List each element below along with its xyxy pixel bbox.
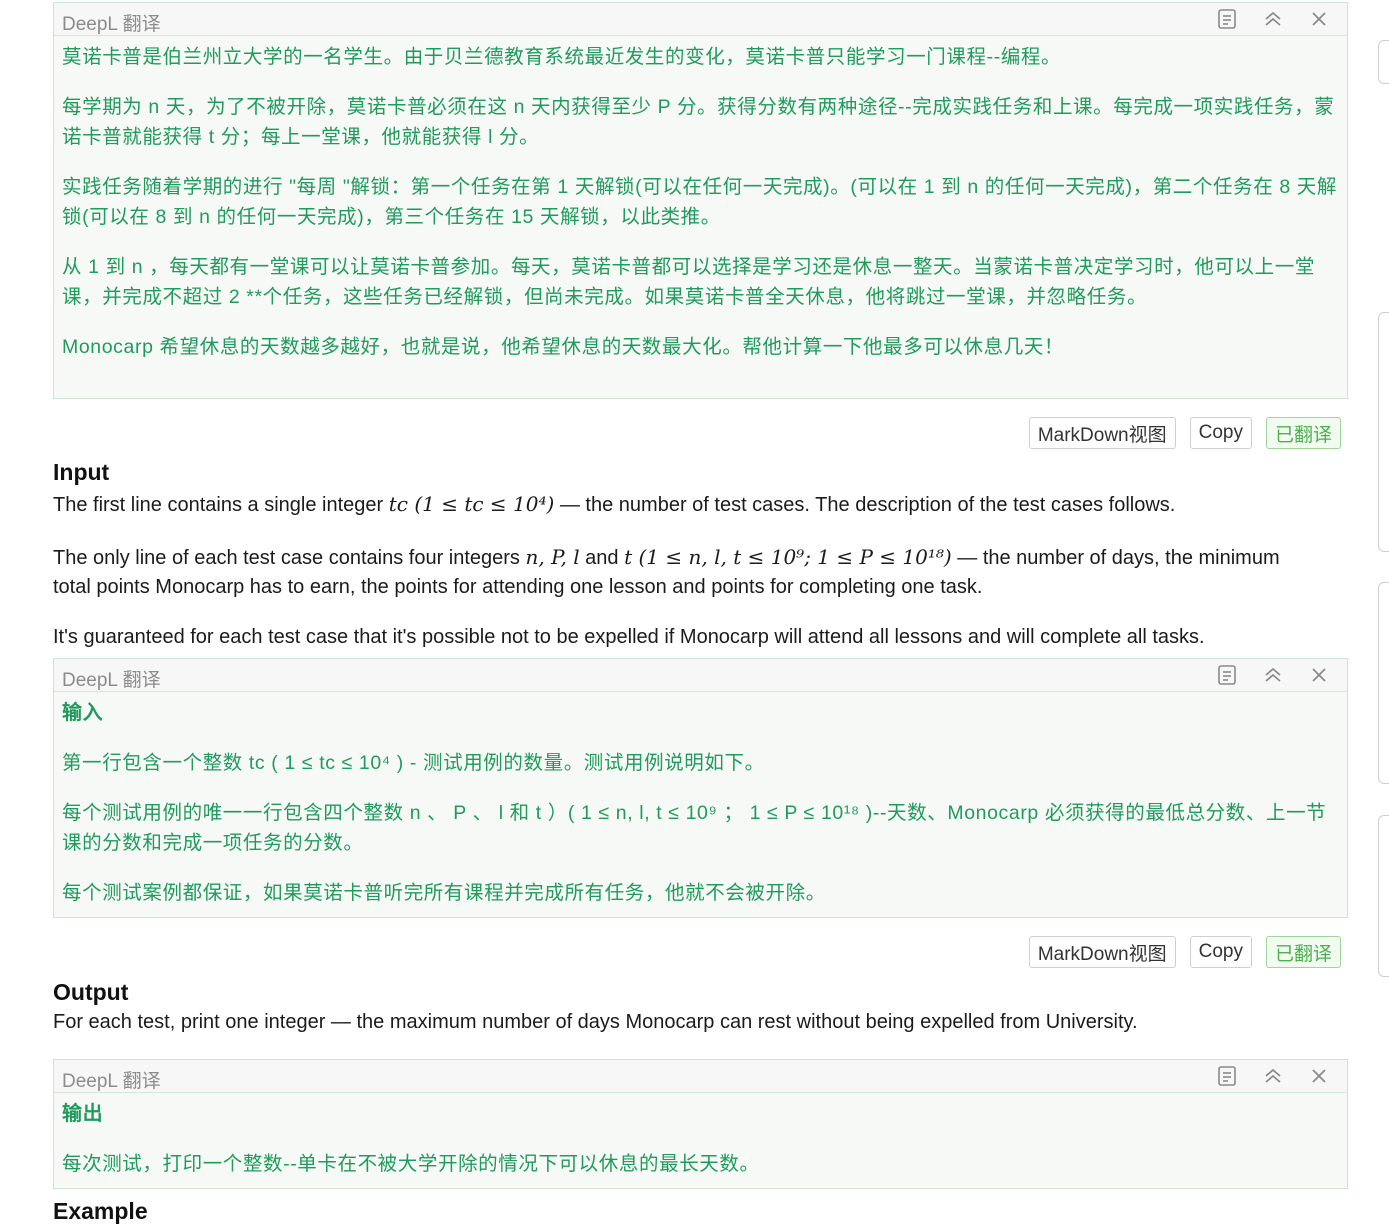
markdown-view-button[interactable]: MarkDown视图 (1028, 936, 1176, 968)
translation-paragraph: 莫诺卡普是伯兰州立大学的一名学生。由于贝兰德教育系统最近发生的变化，莫诺卡普只能… (62, 46, 1062, 68)
translation-paragraph: 每个测试用例的唯一一行包含四个整数 n 、 P 、 l 和 t ）( 1 ≤ n… (62, 802, 1327, 854)
copy-doc-icon[interactable] (1211, 663, 1243, 687)
example-heading: Example (53, 1198, 148, 1224)
deepl-toolbar-icons (1211, 663, 1335, 687)
close-icon[interactable] (1303, 663, 1335, 687)
translated-button[interactable]: 已翻译 (1265, 936, 1341, 968)
copy-button[interactable]: Copy (1189, 936, 1252, 968)
deepl-translation-text: 输出 每次测试，打印一个整数--单卡在不被大学开除的情况下可以休息的最长天数。 (54, 1093, 1347, 1187)
translation-heading: 输出 (62, 1103, 104, 1125)
translation-paragraph: Monocarp 希望休息的天数越多越好，也就是说，他希望休息的天数最大化。帮他… (62, 336, 1065, 358)
collapse-chevron-up-icon[interactable] (1257, 663, 1289, 687)
translation-paragraph: 每学期为 n 天，为了不被开除，莫诺卡普必须在这 n 天内获得至少 P 分。获得… (62, 96, 1335, 148)
statement-action-buttons: MarkDown视图 Copy 已翻译 (1028, 417, 1341, 449)
deepl-title: DeepL 翻译 (62, 670, 161, 691)
deepl-title: DeepL 翻译 (62, 14, 161, 35)
deepl-translation-box-input: DeepL 翻译 输入 第一行包含一个整数 tc ( 1 ≤ tc ≤ 10⁴ … (53, 658, 1348, 918)
output-heading: Output (53, 979, 129, 1005)
collapse-chevron-up-icon[interactable] (1257, 1064, 1289, 1088)
translation-paragraph: 实践任务随着学期的进行 "每周 "解锁：第一个任务在第 1 天解锁(可以在任何一… (62, 176, 1337, 228)
markdown-view-button[interactable]: MarkDown视图 (1028, 417, 1176, 449)
deepl-toolbar: DeepL 翻译 (54, 659, 1347, 692)
deepl-title: DeepL 翻译 (62, 1071, 161, 1092)
input-heading: Input (53, 459, 110, 485)
collapse-chevron-up-icon[interactable] (1257, 7, 1289, 31)
math-tc-range: tc (1 ≤ tc ≤ 10⁴) (388, 492, 555, 516)
copy-button[interactable]: Copy (1189, 417, 1252, 449)
math-variables: n, P, l (525, 545, 580, 569)
deepl-translation-box-statement: DeepL 翻译 莫诺卡普是伯兰州立大学的一名学生。由于贝兰德教育系统最近发生的… (53, 2, 1348, 399)
translation-paragraph: 每次测试，打印一个整数--单卡在不被大学开除的情况下可以休息的最长天数。 (62, 1153, 760, 1175)
side-panel-edge (1378, 312, 1389, 552)
deepl-translation-box-output: DeepL 翻译 输出 每次测试，打印一个整数--单卡在不被大学开除的情况下可以… (53, 1059, 1348, 1189)
deepl-toolbar: DeepL 翻译 (54, 1060, 1347, 1093)
side-panel-edge (1378, 815, 1389, 977)
translated-button[interactable]: 已翻译 (1265, 417, 1341, 449)
copy-doc-icon[interactable] (1211, 7, 1243, 31)
deepl-translation-text: 莫诺卡普是伯兰州立大学的一名学生。由于贝兰德教育系统最近发生的变化，莫诺卡普只能… (54, 36, 1347, 370)
close-icon[interactable] (1303, 1064, 1335, 1088)
translation-paragraph: 第一行包含一个整数 tc ( 1 ≤ tc ≤ 10⁴ ) - 测试用例的数量。… (62, 752, 765, 774)
input-action-buttons: MarkDown视图 Copy 已翻译 (1028, 936, 1341, 968)
deepl-toolbar: DeepL 翻译 (54, 3, 1347, 36)
math-constraints: t (1 ≤ n, l, t ≤ 10⁹; 1 ≤ P ≤ 10¹⁸) (624, 545, 952, 569)
output-line-1: For each test, print one integer — the m… (53, 1011, 1138, 1033)
translation-paragraph: 从 1 到 n ，每天都有一堂课可以让莫诺卡普参加。每天，莫诺卡普都可以选择是学… (62, 256, 1315, 308)
side-panel-edge (1378, 40, 1389, 84)
side-panel-edge (1378, 582, 1389, 784)
deepl-toolbar-icons (1211, 7, 1335, 31)
input-line-1: The first line contains a single integer… (53, 492, 1176, 516)
translation-paragraph: 每个测试案例都保证，如果莫诺卡普听完所有课程并完成所有任务，他就不会被开除。 (62, 882, 826, 904)
deepl-translation-text: 输入 第一行包含一个整数 tc ( 1 ≤ tc ≤ 10⁴ ) - 测试用例的… (54, 692, 1347, 916)
deepl-toolbar-icons (1211, 1064, 1335, 1088)
input-line-2: The only line of each test case contains… (53, 545, 1280, 598)
close-icon[interactable] (1303, 7, 1335, 31)
input-line-3: It's guaranteed for each test case that … (53, 626, 1205, 648)
translation-heading: 输入 (62, 702, 104, 724)
copy-doc-icon[interactable] (1211, 1064, 1243, 1088)
